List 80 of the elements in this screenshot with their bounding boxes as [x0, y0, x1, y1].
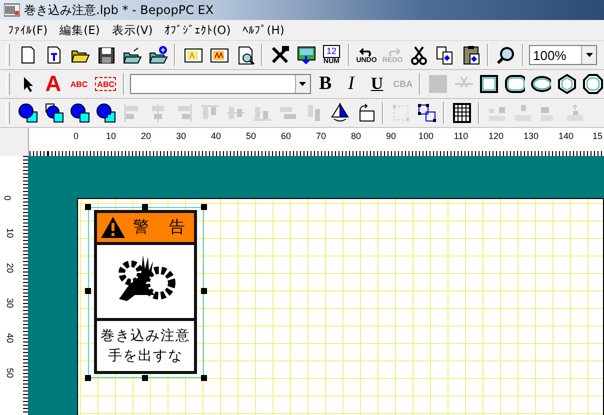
rect-button[interactable]	[478, 72, 501, 96]
group-icon	[390, 103, 410, 123]
ungroup-icon	[416, 103, 436, 123]
resize-handle[interactable]	[201, 288, 207, 294]
ruler-label: 20	[141, 131, 151, 141]
ruler-label: 50	[5, 368, 15, 378]
layer-order-icon	[96, 103, 116, 123]
warning-triangle-icon	[101, 217, 125, 238]
tools-icon	[270, 45, 290, 65]
menu-item[interactable]: ﾌｧｲﾙ(F)	[8, 23, 48, 37]
ruler-label: 0	[74, 131, 78, 141]
sign-title: 警 告	[133, 217, 187, 238]
app-icon	[4, 3, 20, 17]
hexagon-icon	[556, 74, 577, 94]
layer-order-icon	[70, 103, 90, 123]
resize-handle[interactable]	[142, 375, 148, 381]
sign-text-line: 手を出すな	[108, 347, 183, 366]
grid-icon	[452, 103, 472, 123]
spacing-icon	[512, 103, 532, 123]
ruler-label: 40	[211, 131, 221, 141]
ruler-label: 10	[106, 131, 116, 141]
ruler-label: 70	[316, 131, 326, 141]
ruler-label: 40	[5, 333, 15, 343]
text-button[interactable]: A	[42, 72, 65, 96]
ruler-label: 60	[281, 131, 291, 141]
magnifier-icon	[496, 45, 516, 65]
ruler-label: 10	[5, 228, 15, 238]
resize-handle[interactable]	[85, 375, 91, 381]
flip-icon	[330, 103, 350, 123]
layer-forward-button[interactable]	[68, 101, 91, 125]
text-frame-button[interactable]: ABC	[95, 77, 116, 91]
menu-item[interactable]: ﾍﾙﾌﾟ(H)	[242, 23, 284, 37]
window-title: 巻き込み注意.lpb * - BepopPC EX	[24, 2, 214, 18]
layer-backward-button[interactable]	[94, 101, 117, 125]
image-arrow-icon	[296, 45, 316, 65]
zoom-dropdown[interactable]: 100%	[529, 45, 597, 65]
ruler-label: 90	[386, 131, 396, 141]
resize-handle[interactable]	[85, 204, 91, 210]
spacing-icon	[564, 103, 584, 123]
text-arc-button[interactable]: ABC	[68, 72, 90, 96]
layer-order-icon	[44, 103, 64, 123]
octagon-button[interactable]	[581, 72, 604, 96]
sign-text-line: 巻き込み注意	[100, 327, 190, 346]
menu-item[interactable]: 表示(V)	[112, 22, 153, 38]
layer-order-icon	[18, 103, 38, 123]
resize-handle[interactable]	[201, 375, 207, 381]
folder-plus-icon	[148, 45, 168, 65]
paste-icon	[460, 45, 480, 65]
rectangle-icon	[479, 74, 500, 94]
ruler-label: 130	[523, 131, 539, 141]
underline-button[interactable]: U	[366, 72, 388, 96]
italic-button[interactable]: I	[340, 72, 363, 96]
copy-icon	[434, 45, 454, 65]
hexagon-button[interactable]	[555, 72, 578, 96]
ruler-label: 30	[5, 298, 15, 308]
ruler-label: 30	[176, 131, 186, 141]
menu-item[interactable]: ｵﾌﾞｼﾞｪｸﾄ(O)	[164, 23, 231, 37]
menu-item[interactable]: 編集(E)	[60, 22, 100, 38]
ruler-label: 0	[2, 196, 12, 200]
resize-handle[interactable]	[85, 288, 91, 294]
ruler-label: 80	[351, 131, 361, 141]
ruler-label: 140	[558, 131, 574, 141]
ruler-label: 15	[592, 131, 602, 141]
fill-square-icon	[428, 74, 448, 94]
octagon-icon	[582, 74, 603, 94]
ruler-label: 110	[454, 131, 468, 141]
folder-icon	[122, 45, 142, 65]
ungroup-button[interactable]	[415, 101, 438, 125]
roundrect-button[interactable]	[504, 72, 527, 96]
resize-handle[interactable]	[201, 204, 207, 210]
layer-front-button[interactable]	[16, 101, 39, 125]
scissors-icon	[408, 45, 428, 65]
font-dropdown[interactable]	[130, 74, 311, 94]
resize-handle[interactable]	[142, 204, 148, 210]
ruler-label: 20	[5, 263, 15, 273]
bold-button[interactable]: B	[314, 72, 337, 96]
ruler-label: 100	[418, 131, 434, 141]
ruler-label: 120	[488, 131, 504, 141]
grid-button[interactable]	[450, 101, 473, 125]
ruler-label: 50	[246, 131, 256, 141]
